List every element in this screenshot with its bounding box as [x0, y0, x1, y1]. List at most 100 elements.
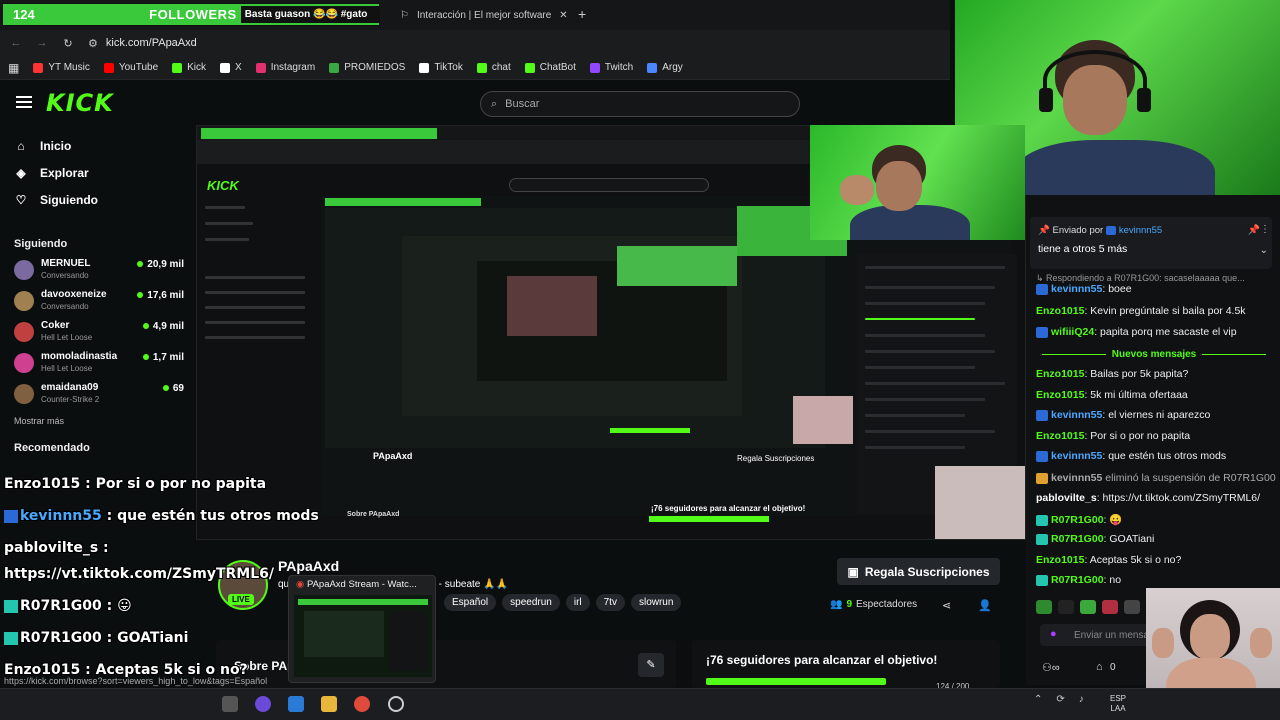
- chat-username[interactable]: Enzo1015: [1036, 430, 1084, 442]
- chat-message[interactable]: Enzo1015: Por si o por no papita: [1036, 430, 1190, 442]
- mic-icon[interactable]: ●: [1050, 628, 1057, 640]
- streamer-name[interactable]: PApaAxd: [278, 558, 339, 574]
- chat-message[interactable]: kevinnn55: boee: [1036, 283, 1132, 295]
- bookmark-item[interactable]: ChatBot: [524, 62, 576, 73]
- followed-channel[interactable]: MERNUEL Conversando 20,9 mil: [14, 256, 184, 284]
- tag-pill[interactable]: slowrun: [630, 594, 682, 611]
- folder-icon[interactable]: [321, 696, 337, 712]
- share-icon[interactable]: ⋖: [942, 599, 951, 612]
- bookmark-item[interactable]: chat: [476, 62, 511, 73]
- chat-username[interactable]: R07R1G00: [1051, 574, 1104, 586]
- stream-tags: Español speedrun irl 7tv slowrun: [444, 594, 682, 611]
- chat-username[interactable]: Enzo1015: [1036, 305, 1084, 317]
- chat-message[interactable]: Enzo1015: Bailas por 5k papita?: [1036, 368, 1188, 380]
- site-settings-icon[interactable]: ⚙: [88, 37, 98, 50]
- gift-badge-icon: [4, 599, 18, 613]
- back-icon[interactable]: ←: [6, 37, 26, 49]
- chat-message[interactable]: Enzo1015: Aceptas 5k si o no?: [1036, 554, 1181, 566]
- followed-channel[interactable]: Coker Hell Let Loose 4,9 mil: [14, 318, 184, 346]
- followed-channel[interactable]: momoladinastia Hell Let Loose 1,7 mil: [14, 349, 184, 377]
- chat-username[interactable]: kevinnn55: [1051, 409, 1102, 421]
- emote-icon[interactable]: [1102, 600, 1118, 614]
- new-tab-icon[interactable]: +: [578, 6, 586, 22]
- user-icon[interactable]: 👤: [978, 599, 992, 612]
- gift-subscriptions-button[interactable]: ▣ Regala Suscripciones: [837, 558, 1000, 585]
- bookmark-item[interactable]: Instagram: [255, 62, 316, 73]
- bookmark-item[interactable]: Twitch: [589, 62, 633, 73]
- mic-tray-icon[interactable]: ♪: [1079, 694, 1084, 705]
- chevron-down-icon[interactable]: ⌄: [1260, 245, 1268, 256]
- chat-message[interactable]: kevinnn55: el viernes ni aparezco: [1036, 409, 1210, 421]
- bookmark-item[interactable]: PROMIEDOS: [329, 62, 405, 73]
- url-field[interactable]: kick.com/PApaAxd: [106, 37, 197, 49]
- nav-item-explorar[interactable]: ◈ Explorar: [14, 166, 88, 180]
- emote-icon[interactable]: [1124, 600, 1140, 614]
- chat-message[interactable]: R07R1G00: 😛: [1036, 513, 1122, 526]
- chat-username[interactable]: wifiiiQ24: [1051, 326, 1094, 338]
- overlay-chat-user: kevinnn55: [20, 508, 102, 524]
- points-icon[interactable]: ⚇∞: [1042, 661, 1060, 674]
- taskview-icon[interactable]: [222, 696, 238, 712]
- bookmark-label: Instagram: [270, 62, 316, 73]
- followed-channel[interactable]: emaidana09 Counter-Strike 2 69: [14, 380, 184, 408]
- nav-item-siguiendo[interactable]: ♡ Siguiendo: [14, 193, 98, 207]
- bookmark-item[interactable]: Kick: [172, 62, 206, 73]
- chat-message[interactable]: Enzo1015: 5k mi última ofertaaa: [1036, 389, 1188, 401]
- chat-username[interactable]: Enzo1015: [1036, 389, 1084, 401]
- chat-username[interactable]: R07R1G00: [1051, 533, 1104, 545]
- chat-username[interactable]: kevinnn55: [1051, 472, 1102, 484]
- chat-username[interactable]: Enzo1015: [1036, 368, 1084, 380]
- nav-item-inicio[interactable]: ⌂ Inicio: [14, 139, 71, 153]
- chat-username[interactable]: kevinnn55: [1051, 450, 1102, 462]
- chat-message[interactable]: kevinnn55 eliminó la suspensión de R07R1…: [1036, 472, 1276, 484]
- chat-username[interactable]: R07R1G00: [1051, 514, 1104, 526]
- show-more-link[interactable]: Mostrar más: [14, 416, 64, 426]
- tag-pill[interactable]: irl: [565, 594, 590, 611]
- tag-pill[interactable]: 7tv: [595, 594, 625, 611]
- overlay-chat-text: : 😛: [101, 598, 132, 614]
- tab-close-icon[interactable]: ✕: [559, 10, 567, 21]
- chat-message[interactable]: R07R1G00: no: [1036, 574, 1121, 586]
- pinned-message[interactable]: 📌 Enviado por kevinnn55 tiene a otros 5 …: [1030, 217, 1272, 269]
- bookmark-item[interactable]: Argy: [647, 62, 683, 73]
- bookmark-item[interactable]: X: [220, 62, 242, 73]
- chat-username[interactable]: Enzo1015: [1036, 554, 1084, 566]
- chevron-up-icon[interactable]: ⌃: [1034, 694, 1042, 705]
- menu-icon[interactable]: [16, 96, 32, 108]
- more-options-icon[interactable]: ⋮: [1260, 224, 1270, 235]
- copilot-icon[interactable]: [255, 696, 271, 712]
- emote-icon[interactable]: [1080, 600, 1096, 614]
- emote-icon[interactable]: [1058, 600, 1074, 614]
- overlay-chat-message: Enzo1015 : Por si o por no papita: [4, 476, 266, 492]
- chat-username[interactable]: kevinnn55: [1051, 283, 1102, 295]
- browser-tab[interactable]: ⚐ Interacción | El mejor software ✕: [390, 4, 570, 26]
- chat-message[interactable]: wifiiiQ24: papita porq me sacaste el vip: [1036, 326, 1237, 338]
- obs-icon[interactable]: [388, 696, 404, 712]
- input-language[interactable]: ESP LAA: [1110, 694, 1126, 714]
- edge-icon[interactable]: [288, 696, 304, 712]
- emote-icon[interactable]: [1036, 600, 1052, 614]
- search-input[interactable]: ⌕ Buscar: [480, 91, 800, 117]
- chat-message[interactable]: kevinnn55: que estén tus otros mods: [1036, 450, 1226, 462]
- chat-message[interactable]: pablovilte_s: https://vt.tiktok.com/ZSmy…: [1036, 492, 1260, 504]
- chat-message[interactable]: R07R1G00: GOATiani: [1036, 533, 1154, 545]
- bookmark-item[interactable]: TikTok: [419, 62, 463, 73]
- sync-icon[interactable]: ⟳: [1056, 694, 1064, 705]
- edit-icon[interactable]: ✎: [638, 653, 664, 677]
- chat-message[interactable]: Enzo1015: Kevin pregúntale si baila por …: [1036, 305, 1246, 317]
- chrome-icon[interactable]: [354, 696, 370, 712]
- followed-channel[interactable]: davooxeneize Conversando 17,6 mil: [14, 287, 184, 315]
- tag-pill[interactable]: Español: [444, 594, 497, 611]
- tag-pill[interactable]: speedrun: [502, 594, 560, 611]
- bookmark-item[interactable]: YouTube: [103, 62, 158, 73]
- forward-icon[interactable]: →: [32, 37, 52, 49]
- kick-logo[interactable]: KICK: [46, 89, 114, 117]
- reload-icon[interactable]: ↻: [58, 37, 78, 50]
- overlay-chat-text: : GOATiani: [101, 630, 189, 646]
- bookmark-item[interactable]: YT Music: [33, 62, 90, 73]
- unpin-icon[interactable]: 📌: [1248, 225, 1260, 236]
- gift-icon[interactable]: ⌂: [1096, 661, 1103, 673]
- new-messages-divider[interactable]: Nuevos mensajes: [1036, 347, 1272, 361]
- apps-grid-icon[interactable]: ▦: [8, 61, 19, 75]
- chat-username[interactable]: pablovilte_s: [1036, 492, 1097, 504]
